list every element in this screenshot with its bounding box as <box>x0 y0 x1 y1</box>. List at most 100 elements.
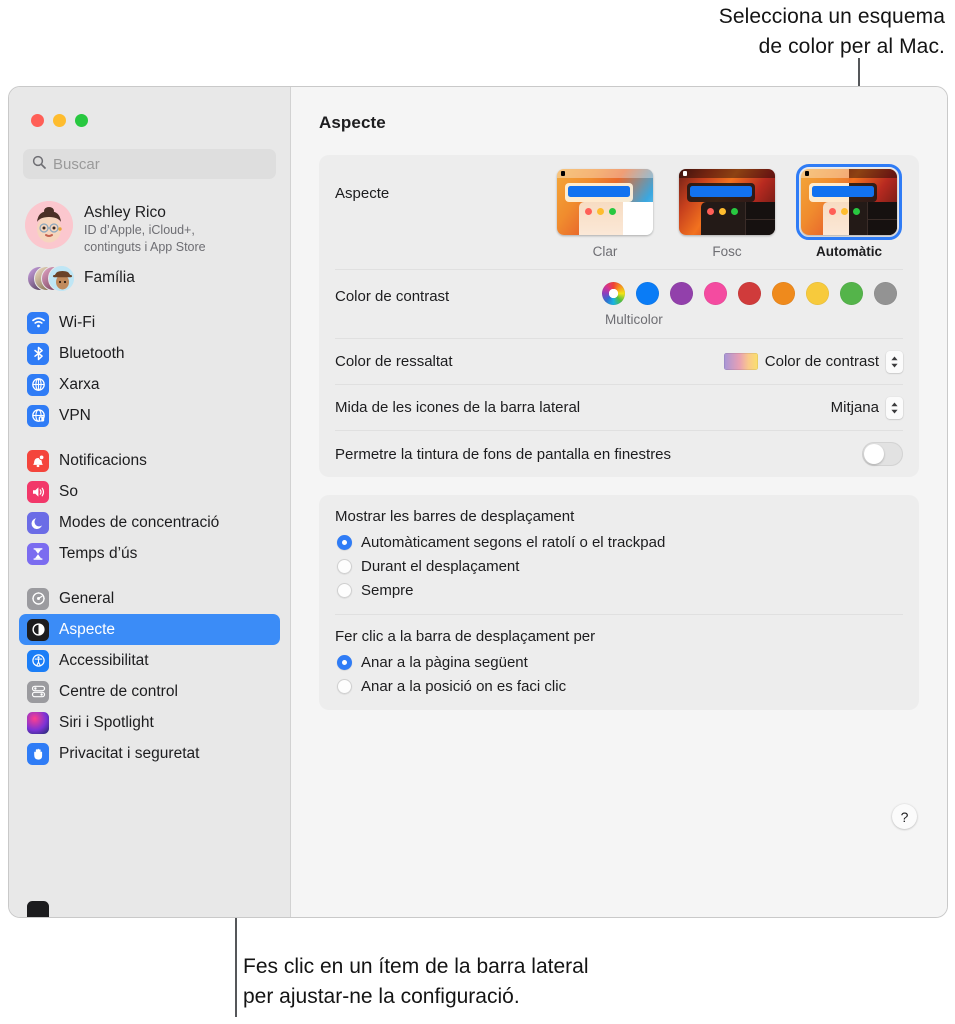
accent-swatch-yellow[interactable] <box>806 282 829 305</box>
hand-privacy-icon <box>27 742 49 765</box>
sidebar-item-family[interactable]: Família <box>9 255 290 293</box>
show-scrollbars-group: Mostrar les barres de desplaçament Autom… <box>335 495 903 615</box>
content-pane: Aspecte Aspecte Clar Fosc Automàtic Colo… <box>291 87 947 917</box>
accent-swatch-graphite[interactable] <box>874 282 897 305</box>
callout-bottom: Fes clic en un ítem de la barra lateral … <box>243 952 589 1012</box>
sidebar-item-control-center[interactable]: Centre de control <box>19 676 280 707</box>
gear-icon <box>27 587 49 610</box>
network-globe-icon <box>27 373 49 396</box>
accent-swatch-orange[interactable] <box>772 282 795 305</box>
help-button[interactable]: ? <box>892 804 917 829</box>
appearance-option-auto[interactable]: Automàtic <box>795 163 903 259</box>
control-center-icon <box>27 680 49 703</box>
sidebar-item-network-label: Xarxa <box>59 375 100 393</box>
highlight-color-popup[interactable]: Color de contrast <box>723 350 903 373</box>
appearance-option-dark[interactable]: Fosc <box>679 169 775 259</box>
scrollbar-click-option-jump-to-spot[interactable]: Anar a la posició on es faci clic <box>335 674 903 698</box>
sidebar-icon-size-popup[interactable]: Mitjana <box>830 396 903 419</box>
sidebar-item-privacy-security[interactable]: Privacitat i seguretat <box>19 738 280 769</box>
scrollbar-click-option-next-page-label: Anar a la pàgina següent <box>361 653 528 671</box>
wallpaper-tinting-label: Permetre la tintura de fons de pantalla … <box>335 445 672 463</box>
avatar <box>25 201 73 249</box>
accent-swatches <box>602 282 897 305</box>
sidebar-icon-size-value: Mitjana <box>830 399 879 416</box>
bell-icon <box>27 449 49 472</box>
toggle-knob <box>864 444 884 464</box>
sidebar-item-notifications[interactable]: Notificacions <box>19 445 280 476</box>
scrollbar-click-option-next-page[interactable]: Anar a la pàgina següent <box>335 650 903 674</box>
sidebar-item-sound[interactable]: So <box>19 476 280 507</box>
accent-color-right: Multicolor <box>602 282 903 327</box>
show-scrollbars-option-while-scrolling[interactable]: Durant el desplaçament <box>335 554 903 578</box>
appearance-caption-auto: Automàtic <box>815 244 882 259</box>
appearance-row: Aspecte Clar Fosc Automàtic <box>335 155 903 270</box>
callout-top-line1: Selecciona un esquema <box>718 5 945 28</box>
search-icon <box>32 155 46 174</box>
sidebar-item-vpn[interactable]: VPN <box>19 400 280 431</box>
appearance-options: Clar Fosc Automàtic <box>557 163 903 259</box>
appearance-row-label: Aspecte <box>335 185 390 202</box>
show-scrollbars-option-while-scrolling-label: Durant el desplaçament <box>361 557 520 575</box>
sidebar-item-screen-time[interactable]: Temps d’ús <box>19 538 280 569</box>
show-scrollbars-option-auto-label: Automàticament segons el ratolí o el tra… <box>361 533 666 551</box>
account-subtitle-line1: ID d’Apple, iCloud+, <box>84 223 195 237</box>
sidebar-item-accessibility-label: Accessibilitat <box>59 651 149 669</box>
sidebar-item-bluetooth-label: Bluetooth <box>59 344 125 362</box>
system-settings-window: Buscar Ashley Rico ID d’Apple, iCloud+, … <box>8 86 948 918</box>
sidebar-item-control-center-label: Centre de control <box>59 682 178 700</box>
sidebar-item-notifications-label: Notificacions <box>59 451 147 469</box>
sidebar-item-network[interactable]: Xarxa <box>19 369 280 400</box>
show-scrollbars-option-auto[interactable]: Automàticament segons el ratolí o el tra… <box>335 530 903 554</box>
show-scrollbars-option-always[interactable]: Sempre <box>335 578 903 602</box>
minimize-button[interactable] <box>53 114 66 127</box>
callout-top: Selecciona un esquema de color per al Ma… <box>719 2 945 62</box>
sidebar-item-general[interactable]: General <box>19 583 280 614</box>
accessibility-icon <box>27 649 49 672</box>
close-button[interactable] <box>31 114 44 127</box>
appearance-caption-light: Clar <box>592 244 618 259</box>
sidebar-group-system: Notificacions So Modes de concentració T… <box>19 445 280 569</box>
sidebar-item-accessibility[interactable]: Accessibilitat <box>19 645 280 676</box>
wallpaper-tinting-toggle[interactable] <box>862 442 903 466</box>
accent-swatch-green[interactable] <box>840 282 863 305</box>
vpn-globe-icon <box>27 404 49 427</box>
sidebar-item-siri-spotlight-label: Siri i Spotlight <box>59 713 154 731</box>
appearance-option-light[interactable]: Clar <box>557 169 653 259</box>
scrollbar-click-option-jump-to-spot-label: Anar a la posició on es faci clic <box>361 677 567 695</box>
accent-swatch-red[interactable] <box>738 282 761 305</box>
search-input[interactable]: Buscar <box>53 156 100 173</box>
screenshot-root: Selecciona un esquema de color per al Ma… <box>0 0 955 1024</box>
search-field[interactable]: Buscar <box>23 149 276 179</box>
show-scrollbars-title: Mostrar les barres de desplaçament <box>335 508 575 525</box>
window-controls <box>9 87 290 127</box>
sidebar-item-wifi-label: Wi-Fi <box>59 313 96 331</box>
sidebar-item-sound-label: So <box>59 482 78 500</box>
sidebar-item-focus[interactable]: Modes de concentració <box>19 507 280 538</box>
search-container: Buscar <box>9 127 290 179</box>
appearance-settings-card: Aspecte Clar Fosc Automàtic Color de con… <box>319 155 919 477</box>
sidebar-item-general-label: General <box>59 589 115 607</box>
zoom-button[interactable] <box>75 114 88 127</box>
sidebar: Buscar Ashley Rico ID d’Apple, iCloud+, … <box>9 87 291 917</box>
sidebar-item-partial-cutoff[interactable] <box>27 901 49 917</box>
accent-swatch-pink[interactable] <box>704 282 727 305</box>
sidebar-icon-size-label: Mida de les icones de la barra lateral <box>335 399 581 416</box>
accent-swatch-purple[interactable] <box>670 282 693 305</box>
family-avatar-stack <box>27 263 75 293</box>
account-text: Ashley Rico ID d’Apple, iCloud+, conting… <box>84 201 206 255</box>
sidebar-item-siri-spotlight[interactable]: Siri i Spotlight <box>19 707 280 738</box>
accent-swatch-blue[interactable] <box>636 282 659 305</box>
sidebar-item-appearance[interactable]: Aspecte <box>19 614 280 645</box>
appearance-caption-dark: Fosc <box>712 244 742 259</box>
accent-color-caption: Multicolor <box>605 312 663 327</box>
sidebar-item-appearance-label: Aspecte <box>59 620 116 638</box>
scrollbar-click-title: Fer clic a la barra de desplaçament per <box>335 628 596 645</box>
sidebar-item-bluetooth[interactable]: Bluetooth <box>19 338 280 369</box>
sidebar-item-wifi[interactable]: Wi-Fi <box>19 307 280 338</box>
account-row[interactable]: Ashley Rico ID d’Apple, iCloud+, conting… <box>9 179 290 255</box>
account-subtitle-line2: continguts i App Store <box>84 239 206 254</box>
callout-bottom-line2: per ajustar-ne la configuració. <box>243 985 520 1008</box>
radio-icon <box>337 654 352 670</box>
sidebar-icon-size-row: Mida de les icones de la barra lateral M… <box>335 385 903 431</box>
accent-swatch-multicolor[interactable] <box>602 282 625 305</box>
